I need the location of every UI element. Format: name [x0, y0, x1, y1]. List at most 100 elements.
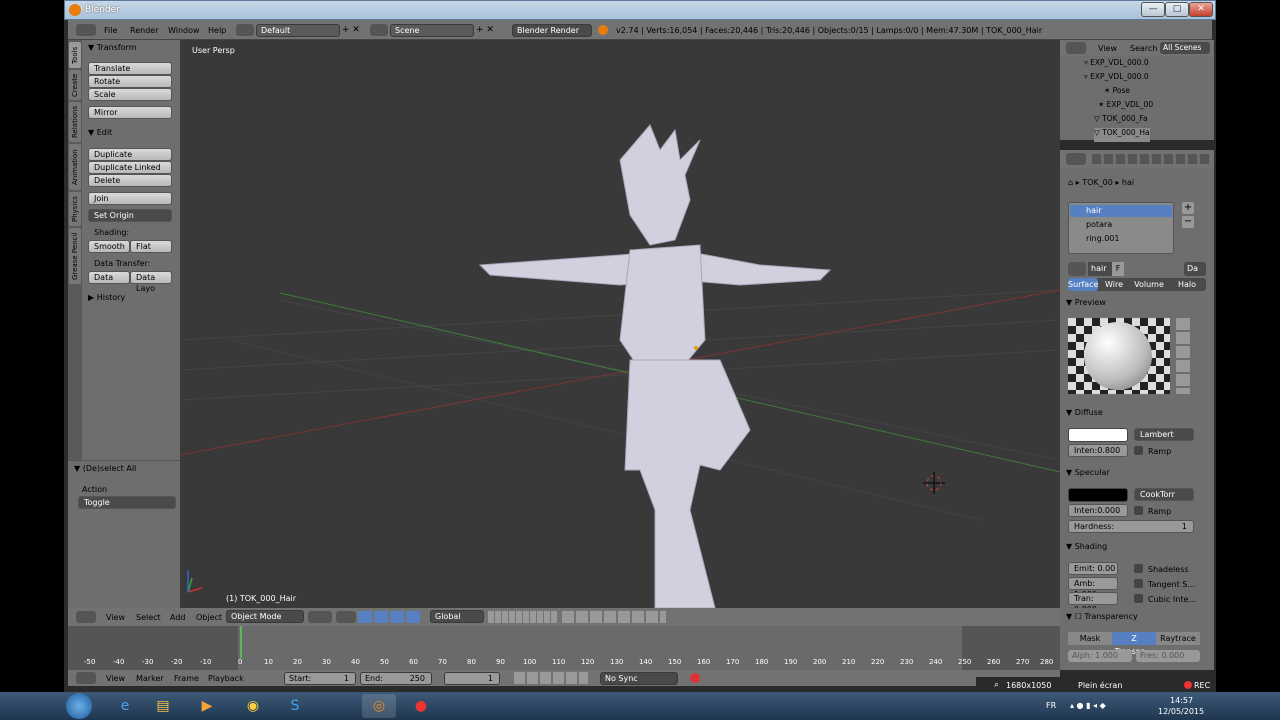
- media-player-icon[interactable]: ▶: [190, 694, 224, 718]
- timeline-menu-marker[interactable]: Marker: [136, 674, 164, 683]
- context-tabs-icon[interactable]: [1092, 154, 1210, 164]
- fake-user-button[interactable]: F: [1112, 262, 1124, 276]
- blender-taskbar-icon[interactable]: ◎: [362, 694, 396, 718]
- timeline-editor-icon[interactable]: [76, 672, 96, 684]
- snap-icons[interactable]: [562, 611, 666, 623]
- data-button[interactable]: Data: [88, 271, 130, 284]
- orientation-select[interactable]: Global: [430, 610, 484, 623]
- timeline-menu-playback[interactable]: Playback: [208, 674, 244, 683]
- history-header[interactable]: ▶ History: [88, 293, 125, 302]
- diffuse-ramp-checkbox[interactable]: [1134, 446, 1143, 455]
- rotate-button[interactable]: Rotate: [88, 75, 172, 88]
- skype-icon[interactable]: S: [278, 694, 312, 718]
- manipulator-icons[interactable]: [358, 611, 422, 623]
- diffuse-intensity-field[interactable]: Inten:0.800: [1068, 444, 1128, 457]
- viewport-editor-icon[interactable]: [76, 611, 96, 623]
- internet-explorer-icon[interactable]: e: [108, 694, 142, 718]
- scale-button[interactable]: Scale: [88, 88, 172, 101]
- tab-tools[interactable]: Tools: [69, 42, 81, 68]
- edit-header[interactable]: ▼ Edit: [88, 128, 112, 137]
- tab-volume[interactable]: Volume: [1130, 278, 1168, 291]
- transform-header[interactable]: ▼ Transform: [88, 43, 137, 52]
- layout-field[interactable]: Default: [256, 24, 340, 37]
- editor-type-icon[interactable]: [76, 24, 96, 36]
- outliner-menu-search[interactable]: Search: [1130, 44, 1157, 53]
- file-explorer-icon[interactable]: ▤: [146, 694, 180, 718]
- add-slot-icon[interactable]: +: [1182, 202, 1194, 214]
- add-layout-icon[interactable]: + ✕: [342, 25, 360, 35]
- delete-button[interactable]: Delete: [88, 174, 172, 187]
- ambient-field[interactable]: Amb: 1.000: [1068, 577, 1118, 599]
- language-indicator[interactable]: FR: [1046, 701, 1056, 710]
- outliner-display-select[interactable]: All Scenes: [1160, 42, 1210, 54]
- menu-view[interactable]: View: [106, 613, 125, 622]
- diffuse-header[interactable]: ▼ Diffuse: [1066, 408, 1103, 417]
- playback-controls-icon[interactable]: [514, 672, 588, 684]
- operator-header[interactable]: ▼ (De)select All: [74, 464, 136, 473]
- specular-header[interactable]: ▼ Specular: [1066, 468, 1110, 477]
- remove-slot-icon[interactable]: −: [1182, 216, 1194, 228]
- render-engine-select[interactable]: Blender Render: [512, 24, 592, 37]
- minimize-button[interactable]: —: [1141, 2, 1165, 17]
- specular-shader-select[interactable]: CookTorr: [1134, 488, 1194, 501]
- alpha-field[interactable]: Alph: 1.000: [1068, 650, 1132, 662]
- raytrace-tab[interactable]: Raytrace: [1156, 632, 1200, 645]
- fullscreen-label[interactable]: Plein écran: [1078, 681, 1122, 690]
- tab-wire[interactable]: Wire: [1098, 278, 1130, 291]
- z-transparency-tab[interactable]: Z Transpa...: [1112, 632, 1156, 656]
- action-select[interactable]: Toggle: [78, 496, 176, 509]
- data-layout-button[interactable]: Data Layo: [130, 271, 172, 293]
- timeline[interactable]: -50 -40 -30 -20 -10 0 10 20 30 40 50 60 …: [68, 626, 1060, 670]
- shadeless-checkbox[interactable]: [1134, 564, 1143, 573]
- recorder-taskbar-icon[interactable]: ●: [404, 694, 438, 718]
- menu-select[interactable]: Select: [136, 613, 161, 622]
- duplicate-button[interactable]: Duplicate: [88, 148, 172, 161]
- tray-icons[interactable]: ▴ ● ▮ ◂ ◆: [1070, 701, 1106, 710]
- smooth-button[interactable]: Smooth: [88, 240, 130, 253]
- tab-surface[interactable]: Surface: [1068, 278, 1098, 291]
- diffuse-shader-select[interactable]: Lambert: [1134, 428, 1194, 441]
- record-keyframe-icon[interactable]: [690, 673, 700, 683]
- pivot-icon[interactable]: [336, 611, 356, 623]
- translucency-field[interactable]: Tran: 0.000: [1068, 592, 1118, 614]
- current-frame-field[interactable]: 1: [444, 672, 500, 685]
- tab-animation[interactable]: Animation: [69, 144, 81, 190]
- menu-help[interactable]: Help: [208, 26, 226, 35]
- outliner-row[interactable]: ▿ EXP_VDL_000.0: [1084, 72, 1149, 86]
- outliner-row[interactable]: ▽ TOK_000_Fa: [1094, 114, 1148, 128]
- outliner-row[interactable]: ▽ TOK_000_Ha: [1094, 128, 1150, 142]
- add-scene-icon[interactable]: + ✕: [476, 25, 494, 35]
- start-button[interactable]: [66, 693, 92, 719]
- start-frame-field[interactable]: Start: 1: [284, 672, 356, 685]
- layout-icon[interactable]: [236, 24, 254, 36]
- material-slot[interactable]: hair: [1070, 205, 1172, 217]
- menu-window[interactable]: Window: [168, 26, 200, 35]
- shading-header[interactable]: ▼ Shading: [1066, 542, 1107, 551]
- duplicate-linked-button[interactable]: Duplicate Linked: [88, 161, 172, 174]
- chrome-icon[interactable]: ◉: [236, 694, 270, 718]
- material-slot[interactable]: potara: [1070, 219, 1172, 231]
- preview-type-icons[interactable]: [1176, 318, 1190, 394]
- join-button[interactable]: Join: [88, 192, 172, 205]
- scene-icon[interactable]: [370, 24, 388, 36]
- close-button[interactable]: ✕: [1189, 2, 1213, 17]
- transparency-header[interactable]: ▼ ☐ Transparency: [1066, 612, 1138, 621]
- mirror-button[interactable]: Mirror: [88, 106, 172, 119]
- flat-button[interactable]: Flat: [130, 240, 172, 253]
- scene-field[interactable]: Scene: [390, 24, 474, 37]
- layer-buttons[interactable]: [488, 611, 558, 623]
- outliner-row[interactable]: ▿ EXP_VDL_000.0: [1084, 58, 1149, 72]
- material-name-field[interactable]: hair: [1088, 262, 1112, 276]
- material-slot-list[interactable]: hair potara ring.001: [1068, 202, 1174, 254]
- material-slot[interactable]: ring.001: [1070, 233, 1172, 245]
- end-frame-field[interactable]: End: 250: [360, 672, 432, 685]
- sync-select[interactable]: No Sync: [600, 672, 678, 685]
- mode-select[interactable]: Object Mode: [226, 610, 304, 623]
- translate-button[interactable]: Translate: [88, 62, 172, 75]
- outliner-row[interactable]: ✶ Pose: [1104, 86, 1130, 100]
- properties-editor-icon[interactable]: [1066, 153, 1086, 165]
- cubic-checkbox[interactable]: [1134, 594, 1143, 603]
- menu-render[interactable]: Render: [130, 26, 158, 35]
- diffuse-color-swatch[interactable]: [1068, 428, 1128, 442]
- mask-tab[interactable]: Mask: [1068, 632, 1112, 645]
